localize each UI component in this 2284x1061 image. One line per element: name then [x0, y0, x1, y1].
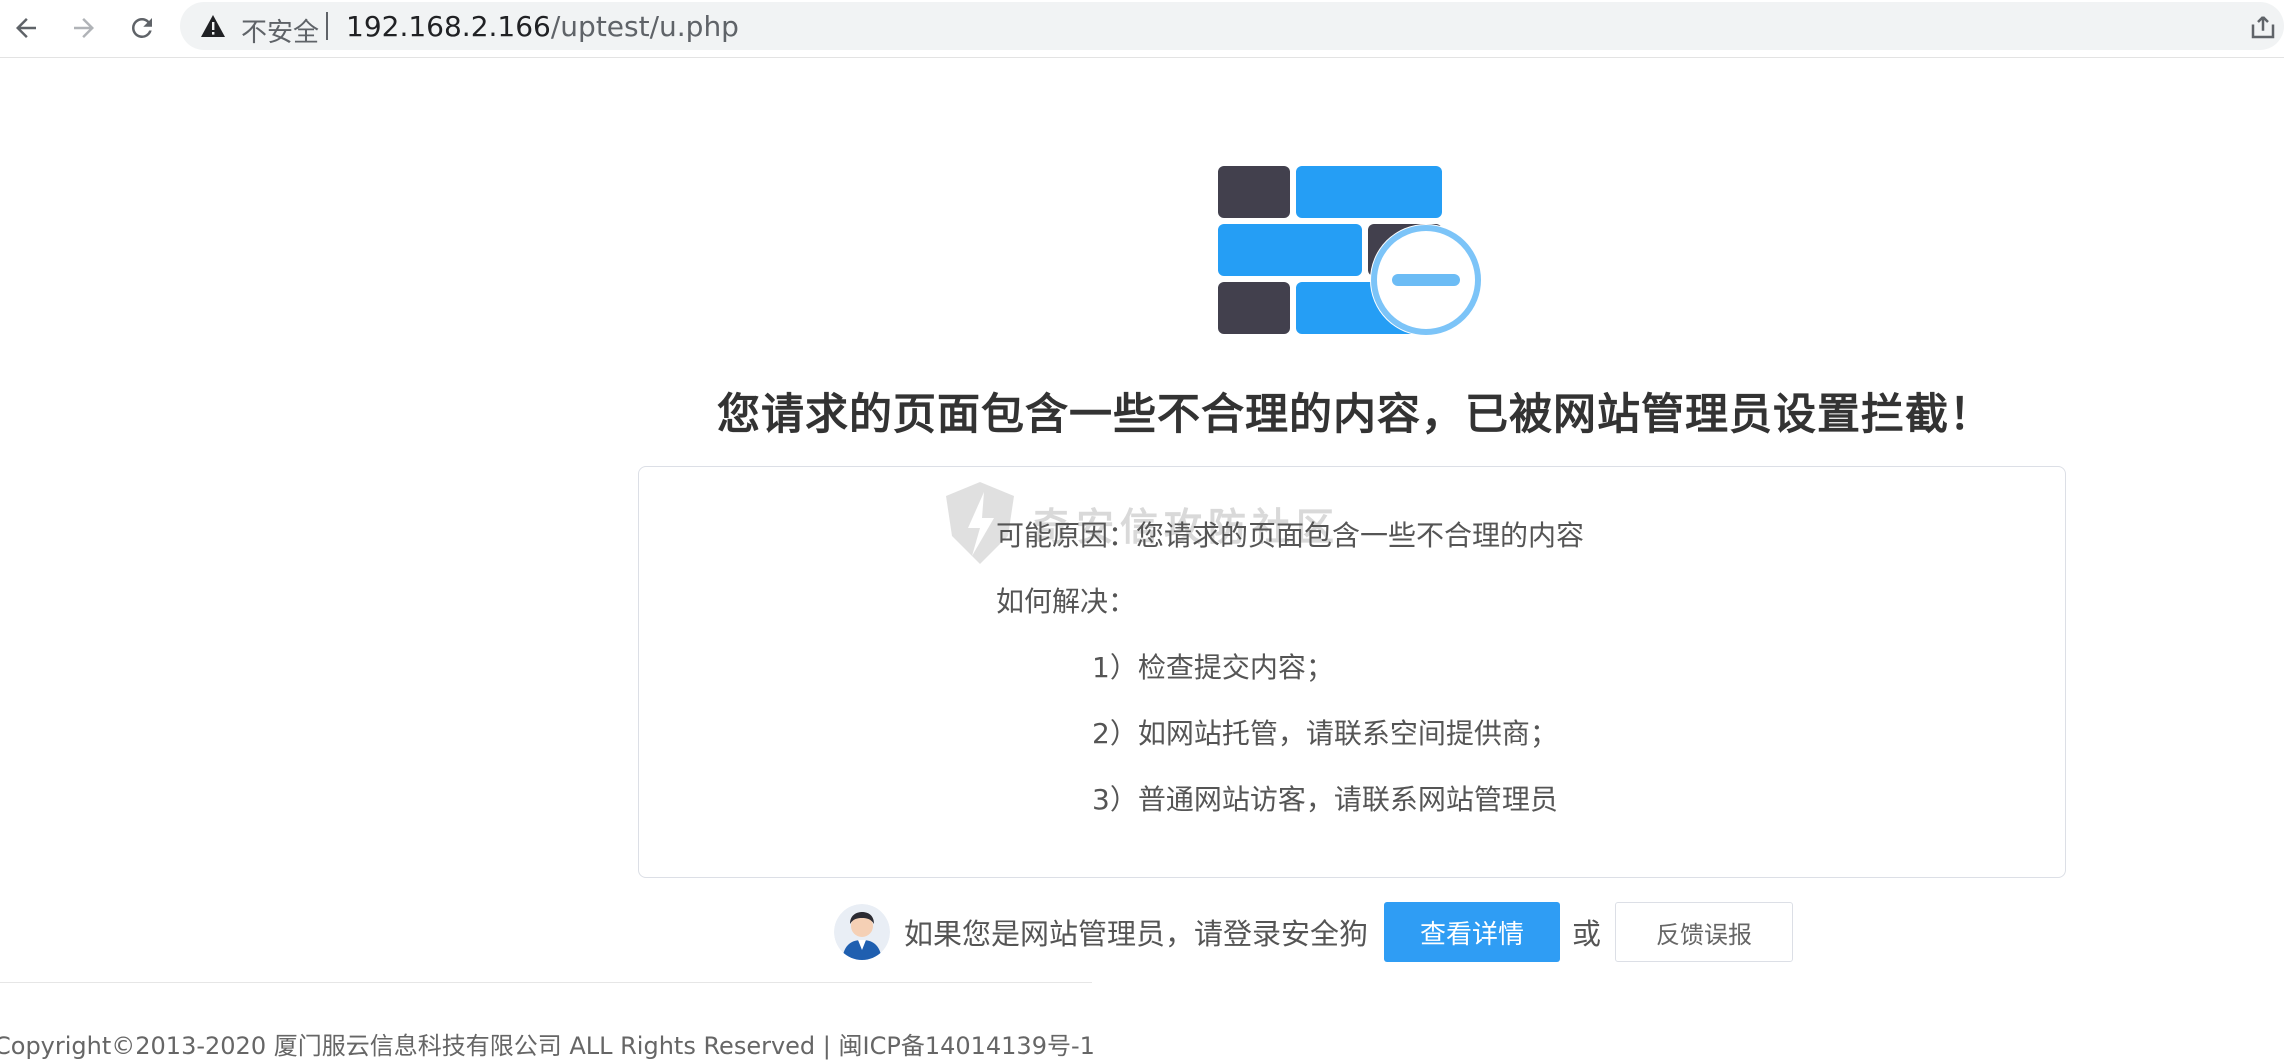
- solution-label: 如何解决：: [996, 585, 1137, 618]
- divider: [326, 12, 328, 40]
- arrow-right-icon: [74, 18, 94, 38]
- browser-toolbar: 不安全 192.168.2.166/uptest/u.php: [0, 0, 2284, 58]
- solution-item: 1）检查提交内容；: [1092, 651, 1334, 684]
- address-bar[interactable]: 不安全 192.168.2.166/uptest/u.php: [180, 2, 2284, 50]
- share-icon[interactable]: [2248, 12, 2278, 42]
- reason-row: 可能原因：您请求的页面包含一些不合理的内容: [996, 514, 1584, 554]
- or-text: 或: [1572, 917, 1602, 951]
- avatar: [834, 904, 890, 960]
- arrow-left-icon: [16, 18, 36, 38]
- admin-action-row: 如果您是网站管理员，请登录安全狗 查看详情 或 反馈误报: [834, 902, 1794, 962]
- page-title: 您请求的页面包含一些不合理的内容，已被网站管理员设置拦截！: [717, 390, 1993, 440]
- url-path: /uptest/u.php: [550, 10, 739, 43]
- report-false-positive-button[interactable]: 反馈误报: [1615, 902, 1794, 962]
- reason-label: 可能原因：: [996, 519, 1137, 552]
- back-button[interactable]: [6, 8, 46, 48]
- solution-item: 3）普通网站访客，请联系网站管理员: [1092, 783, 1558, 816]
- security-status[interactable]: 不安全: [241, 12, 319, 49]
- admin-prompt: 如果您是网站管理员，请登录安全狗: [904, 917, 1369, 951]
- forward-button[interactable]: [64, 8, 104, 48]
- view-details-button[interactable]: 查看详情: [1384, 902, 1561, 962]
- solution-item: 2）如网站托管，请联系空间提供商；: [1092, 717, 1558, 750]
- reason-text: 您请求的页面包含一些不合理的内容: [1136, 519, 1585, 552]
- firewall-block-icon: [1218, 166, 1482, 336]
- admin-avatar-icon: [834, 904, 890, 960]
- footer-divider: [0, 982, 1092, 983]
- reload-button[interactable]: [122, 8, 162, 48]
- url-host: 192.168.2.166: [346, 10, 551, 43]
- url-text[interactable]: 192.168.2.166/uptest/u.php: [346, 10, 739, 43]
- reload-icon: [132, 18, 152, 38]
- warning-icon: [201, 15, 225, 37]
